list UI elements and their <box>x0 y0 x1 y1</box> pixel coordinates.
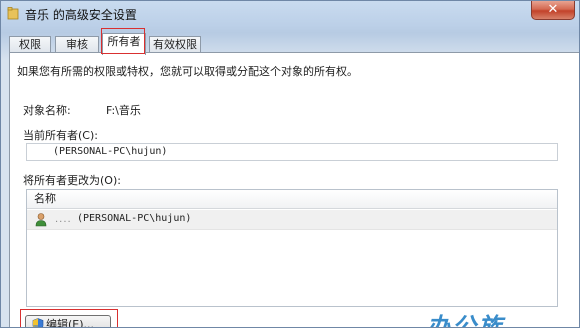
object-name-label: 对象名称: <box>23 104 71 117</box>
edit-button[interactable]: 编辑(E)... <box>25 315 111 328</box>
folder-icon <box>7 7 19 20</box>
object-name-value: F:\音乐 <box>106 104 141 117</box>
window-title: 音乐 的高级安全设置 <box>25 8 137 22</box>
change-owner-label: 将所有者更改为(O): <box>23 174 121 187</box>
list-item-masked-name: .... <box>55 214 72 225</box>
tab-strip: 权限 审核 所有者 有效权限 <box>9 33 579 55</box>
close-button[interactable]: ✕ <box>531 1 575 20</box>
list-header-name[interactable]: 名称 <box>27 190 557 209</box>
list-item[interactable]: .... (PERSONAL-PC\hujun) <box>27 210 557 230</box>
user-icon <box>35 213 47 227</box>
watermark-logo: 办公族 <box>426 313 504 328</box>
tab-owner[interactable]: 所有者 <box>102 33 146 55</box>
current-owner-field: (PERSONAL-PC\hujun) <box>26 143 558 161</box>
uac-shield-icon <box>32 318 44 327</box>
edit-button-label: 编辑(E)... <box>46 318 95 328</box>
security-settings-window: 音乐 的高级安全设置 ✕ 权限 审核 所有者 有效权限 如果您有所需的权限或特权… <box>0 0 580 328</box>
title-bar: 音乐 的高级安全设置 ✕ <box>1 1 579 29</box>
info-text: 如果您有所需的权限或特权，您就可以取得或分配这个对象的所有权。 <box>17 65 358 78</box>
current-owner-label: 当前所有者(C): <box>23 129 98 142</box>
list-item-label: (PERSONAL-PC\hujun) <box>77 213 192 224</box>
owner-listbox[interactable]: 名称 .... (PERSONAL-PC\hujun) <box>26 189 558 307</box>
